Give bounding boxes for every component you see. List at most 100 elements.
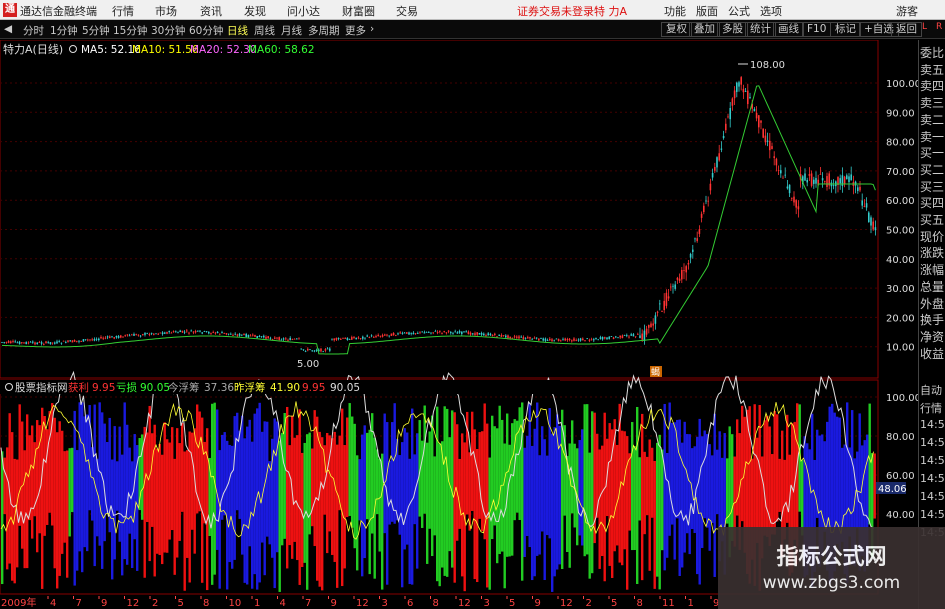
settings-gear-icon[interactable]: [69, 45, 77, 53]
side-panel-item[interactable]: 买四: [920, 194, 945, 211]
candle-body: [731, 98, 734, 106]
candle-body: [47, 341, 49, 343]
candle-body: [505, 335, 507, 338]
side-panel-time-item[interactable]: 14:50: [920, 508, 945, 521]
nav-left-icon[interactable]: ◀: [4, 23, 12, 35]
candle-body: [3, 341, 5, 343]
date-month-label: 5: [611, 598, 617, 609]
candle-body: [355, 337, 357, 340]
f10-button[interactable]: F10: [802, 22, 832, 37]
indicator-bar: [446, 408, 449, 577]
side-panel-item[interactable]: 买五: [920, 211, 945, 228]
date-month-label: 1: [254, 598, 260, 609]
tab-15min[interactable]: 15分钟: [113, 23, 147, 38]
menu-trade[interactable]: 交易: [396, 3, 418, 19]
candle-body: [595, 337, 597, 340]
candle-body: [181, 330, 184, 333]
side-panel-time-item[interactable]: 14:50: [920, 454, 945, 467]
candle-body: [126, 334, 129, 336]
tab-monthly[interactable]: 月线: [281, 23, 302, 38]
candle-body: [703, 205, 705, 213]
tab-30min[interactable]: 30分钟: [151, 23, 185, 38]
menu-assistant[interactable]: 问小达: [287, 3, 320, 19]
side-panel-item[interactable]: 卖四: [920, 77, 945, 94]
side-panel-item[interactable]: 收益: [920, 345, 945, 362]
candle-body: [804, 173, 806, 181]
side-panel-item[interactable]: 涨幅: [920, 261, 945, 278]
candle-body: [819, 174, 822, 175]
indicator-bar: [181, 422, 184, 512]
side-panel-item[interactable]: 外盘: [920, 295, 945, 312]
candle-body: [507, 335, 509, 338]
statistics-button[interactable]: 统计: [745, 22, 776, 37]
tab-intraday[interactable]: 分时: [23, 23, 44, 38]
menu-market[interactable]: 市场: [155, 3, 177, 19]
tab-5min[interactable]: 5分钟: [82, 23, 110, 38]
menu-functions[interactable]: 功能: [664, 3, 686, 19]
indicator-bar: [266, 421, 269, 537]
menu-layout[interactable]: 版面: [696, 3, 718, 19]
side-panel-item[interactable]: 委比: [920, 44, 945, 61]
side-panel-item[interactable]: 卖五: [920, 61, 945, 78]
tab-1min[interactable]: 1分钟: [50, 23, 78, 38]
draw-line-button[interactable]: 画线: [773, 22, 804, 37]
indicator-bar: [308, 432, 311, 535]
side-panel-item[interactable]: 卖一: [920, 128, 945, 145]
side-panel-time-item[interactable]: 14:50: [920, 418, 945, 431]
side-panel-item[interactable]: 买三: [920, 178, 945, 195]
side-panel-item[interactable]: 卖三: [920, 94, 945, 111]
candle-body: [766, 140, 769, 142]
candle-body: [863, 206, 866, 207]
mark-button[interactable]: 标记: [830, 22, 861, 37]
side-panel-time-item[interactable]: 14:50: [920, 472, 945, 485]
side-panel-item[interactable]: 换手: [920, 311, 945, 328]
date-month-label: 2: [152, 598, 158, 609]
indicator-bar: [546, 455, 549, 536]
side-panel-time-item[interactable]: 自动: [920, 382, 945, 398]
menu-formula[interactable]: 公式: [728, 3, 750, 19]
date-month-label: 12: [127, 598, 140, 609]
candle-body: [663, 300, 665, 311]
side-panel-time-item[interactable]: 14:50: [920, 490, 945, 503]
candle-body: [696, 238, 698, 242]
more-chevron-icon[interactable]: ›: [370, 23, 374, 35]
tab-weekly[interactable]: 周线: [254, 23, 275, 38]
event-marker-label[interactable]: 蝎: [651, 367, 660, 378]
menu-wealth[interactable]: 财富圈: [342, 3, 375, 19]
candle-body: [95, 338, 98, 340]
tab-more[interactable]: 更多: [345, 23, 366, 38]
candle-body: [14, 341, 16, 343]
menu-news[interactable]: 资讯: [200, 3, 222, 19]
overlay-button[interactable]: 叠加: [689, 22, 720, 37]
candle-body: [311, 350, 313, 352]
indicator-bar: [801, 460, 804, 536]
user-label[interactable]: 游客: [896, 3, 918, 19]
candle-body: [18, 341, 21, 345]
side-panel-item[interactable]: 现价: [920, 228, 945, 245]
side-panel-time-item[interactable]: 行情: [920, 400, 945, 416]
tab-60min[interactable]: 60分钟: [189, 23, 223, 38]
indicator-bar: [111, 459, 114, 580]
tab-multi-period[interactable]: 多周期: [308, 23, 340, 38]
multi-stock-button[interactable]: 多股: [717, 22, 748, 37]
indicator-bar: [646, 456, 649, 516]
kline-chart-area[interactable]: 100.00 90.00 80.00 70.00 60.00 50.00 40.00 30.0…: [0, 40, 918, 609]
candle-body: [527, 337, 529, 339]
menu-options[interactable]: 选项: [760, 3, 782, 19]
side-panel-item[interactable]: 买二: [920, 161, 945, 178]
side-panel-item[interactable]: 净资: [920, 328, 945, 345]
adjust-button[interactable]: 复权: [661, 22, 692, 37]
side-panel-item[interactable]: 卖二: [920, 111, 945, 128]
side-panel-item[interactable]: 涨跌: [920, 244, 945, 261]
menu-discover[interactable]: 发现: [244, 3, 266, 19]
side-panel-item[interactable]: 买一: [920, 144, 945, 161]
app-logo-icon: 通: [3, 3, 17, 17]
side-panel-time-item[interactable]: 14:50: [920, 436, 945, 449]
menu-quotes[interactable]: 行情: [112, 3, 134, 19]
candle-body: [300, 348, 302, 350]
side-panel-item[interactable]: 总量: [920, 278, 945, 295]
tab-daily[interactable]: 日线: [227, 23, 248, 38]
indicator-bar: [608, 423, 611, 566]
candle-body: [1, 342, 3, 343]
candle-body: [62, 340, 65, 342]
